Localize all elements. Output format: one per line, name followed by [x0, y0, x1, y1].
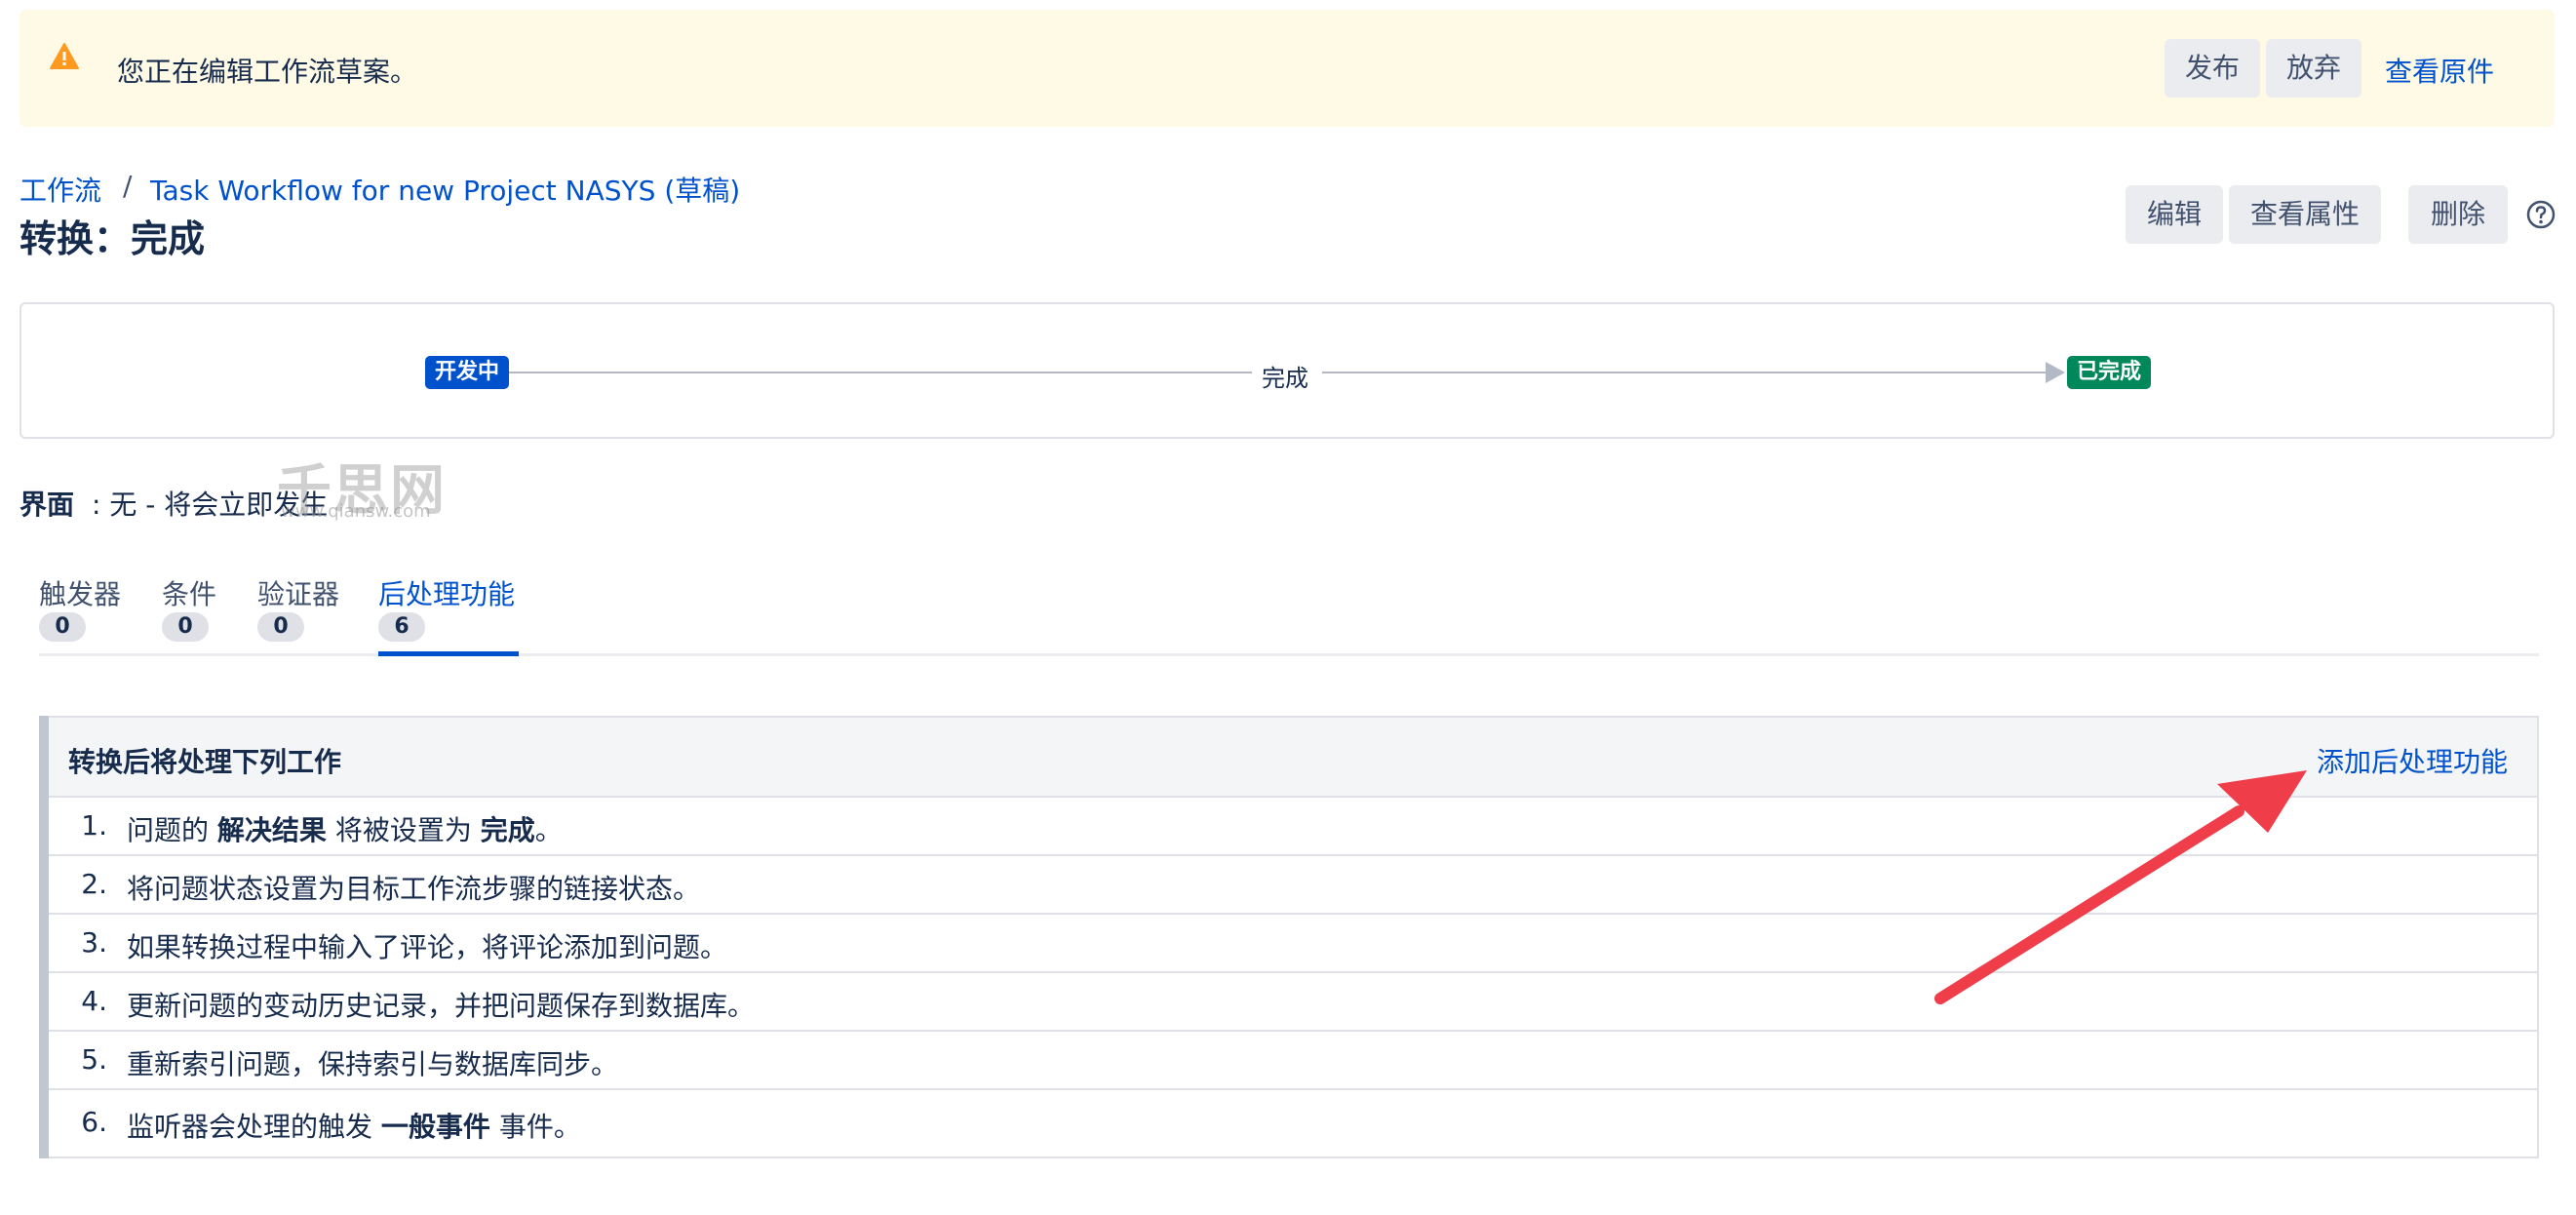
view-original-link[interactable]: 查看原件	[2385, 51, 2494, 90]
post-function-row: 5. 重新索引问题，保持索引与数据库同步。	[49, 1032, 2537, 1090]
breadcrumb-separator: /	[123, 170, 133, 202]
post-function-row: 3. 如果转换过程中输入了评论，将评论添加到问题。	[49, 915, 2537, 973]
breadcrumb-workflows-link[interactable]: 工作流	[20, 170, 101, 209]
panel-accent-bar	[39, 716, 49, 1158]
discard-button[interactable]: 放弃	[2266, 39, 2361, 98]
watermark-url: www.qiansw.com	[281, 501, 431, 522]
row-number: 6.	[81, 1106, 107, 1138]
row-text: 监听器会处理的触发 一般事件 事件。	[127, 1111, 581, 1143]
screen-label: 界面	[20, 489, 75, 521]
publish-button[interactable]: 发布	[2165, 39, 2260, 98]
transition-line	[1322, 372, 2048, 373]
row-number: 2.	[81, 868, 107, 900]
status-lozenge-to: 已完成	[2067, 356, 2152, 389]
tab-validators[interactable]: 验证器	[257, 573, 339, 612]
row-number: 5.	[81, 1043, 107, 1076]
edit-button[interactable]: 编辑	[2126, 185, 2223, 244]
row-number: 4.	[81, 985, 107, 1017]
post-function-row: 2. 将问题状态设置为目标工作流步骤的链接状态。	[49, 856, 2537, 915]
row-number: 1.	[81, 809, 107, 842]
view-properties-button[interactable]: 查看属性	[2229, 185, 2381, 244]
post-function-row: 4. 更新问题的变动历史记录，并把问题保存到数据库。	[49, 973, 2537, 1032]
draft-banner-message: 您正在编辑工作流草案。	[117, 56, 418, 88]
row-number: 3.	[81, 926, 107, 959]
post-function-row: 1. 问题的 解决结果 将被设置为 完成。	[49, 798, 2537, 856]
tab-post-functions-count: 6	[378, 612, 425, 642]
status-lozenge-from: 开发中	[425, 356, 510, 389]
post-functions-title: 转换后将处理下列工作	[68, 746, 342, 778]
transition-line	[507, 372, 1252, 373]
tab-post-functions[interactable]: 后处理功能	[378, 573, 515, 612]
active-tab-indicator	[378, 651, 519, 656]
breadcrumb-workflow-link[interactable]: Task Workflow for new Project NASYS (草稿)	[150, 170, 740, 209]
delete-button[interactable]: 删除	[2408, 185, 2508, 244]
row-text: 问题的 解决结果 将被设置为 完成。	[127, 814, 563, 846]
row-text: 将问题状态设置为目标工作流步骤的链接状态。	[127, 873, 701, 905]
add-post-function-link[interactable]: 添加后处理功能	[2317, 741, 2508, 780]
post-function-row: 6. 监听器会处理的触发 一般事件 事件。	[49, 1090, 2537, 1156]
transition-arrowhead	[2046, 362, 2065, 383]
page-title: 转换：完成	[20, 217, 206, 260]
post-functions-header	[49, 718, 2537, 798]
warning-icon	[50, 43, 79, 69]
row-text: 重新索引问题，保持索引与数据库同步。	[127, 1048, 619, 1080]
tab-validators-count: 0	[257, 612, 304, 642]
row-text: 如果转换过程中输入了评论，将评论添加到问题。	[127, 931, 728, 963]
row-text: 更新问题的变动历史记录，并把问题保存到数据库。	[127, 990, 756, 1022]
tab-conditions-count: 0	[162, 612, 209, 642]
tab-triggers-count: 0	[39, 612, 86, 642]
transition-label: 完成	[1262, 365, 1308, 392]
tab-triggers[interactable]: 触发器	[39, 573, 121, 612]
tab-conditions[interactable]: 条件	[162, 573, 216, 612]
help-icon[interactable]	[2525, 199, 2556, 230]
